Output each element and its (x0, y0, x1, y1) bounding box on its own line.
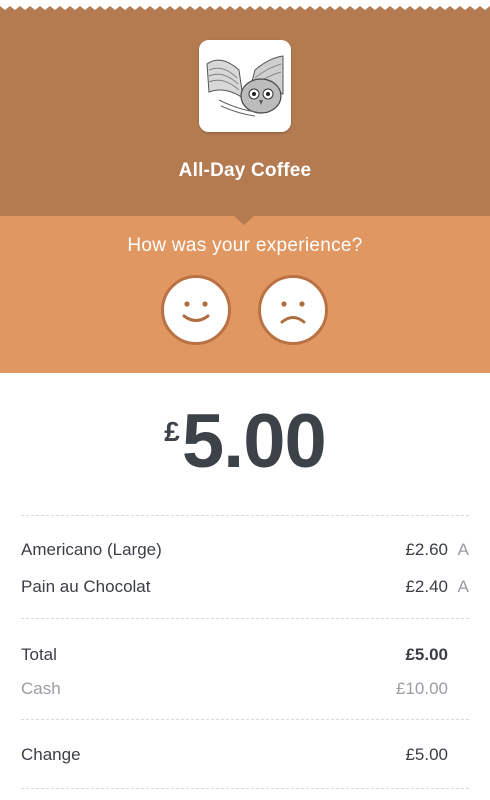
currency-symbol: £ (164, 416, 180, 447)
total-label: Total (21, 645, 57, 664)
cash-label: Cash (21, 679, 61, 698)
amount-value: 5.00 (181, 399, 327, 484)
torn-edge (0, 0, 490, 10)
divider (21, 515, 469, 516)
cash-value: £10.00 (396, 679, 448, 698)
item-price: £2.60 (405, 540, 448, 559)
item-price: £2.40 (405, 577, 448, 596)
feedback-prompt: How was your experience? (127, 235, 363, 256)
cash-row: Cash £10.00 (21, 677, 469, 701)
merchant-name: All-Day Coffee (178, 160, 312, 181)
item-name: Pain au Chocolat (21, 577, 151, 596)
total-value: £5.00 (405, 645, 448, 664)
owl-logo-icon (199, 40, 291, 132)
tax-code: A (457, 577, 469, 596)
change-label: Change (21, 745, 81, 764)
smiley-face-icon (182, 301, 210, 322)
frowning-face-icon (280, 301, 306, 324)
feedback-panel: How was your experience? (0, 215, 490, 373)
positive-feedback-button[interactable] (161, 275, 231, 345)
item-name: Americano (Large) (21, 540, 162, 559)
tax-code: A (457, 540, 469, 559)
merchant-header: All-Day Coffee (0, 0, 490, 216)
total-row: Total £5.00 (21, 643, 469, 667)
total-amount: £5.00 (0, 400, 490, 484)
negative-feedback-button[interactable] (258, 275, 328, 345)
divider (21, 788, 469, 789)
change-row: Change £5.00 (21, 743, 469, 767)
pointer-notch (233, 215, 255, 225)
divider (21, 719, 469, 720)
line-item: Pain au Chocolat £2.40 A (21, 575, 469, 599)
divider (21, 618, 469, 619)
receipt: All-Day Coffee How was your experience? … (0, 0, 490, 800)
line-item: Americano (Large) £2.60 A (21, 538, 469, 562)
change-value: £5.00 (405, 745, 448, 764)
